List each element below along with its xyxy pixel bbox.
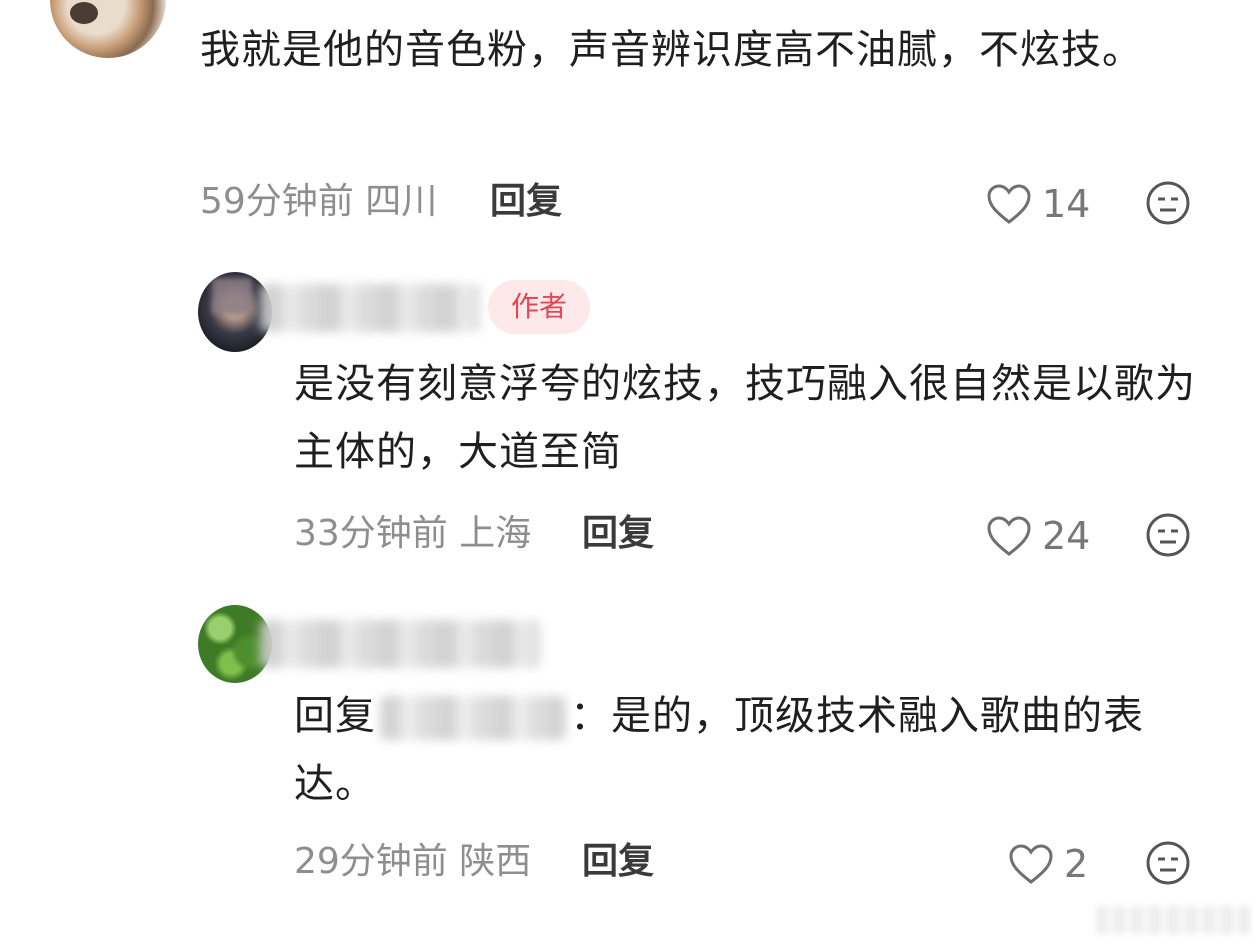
watermark xyxy=(1096,906,1250,934)
reply-button[interactable]: 回复 xyxy=(490,180,562,224)
reply-button[interactable]: 回复 xyxy=(582,840,654,884)
like-button[interactable]: 2 xyxy=(1008,840,1088,888)
like-button[interactable]: 24 xyxy=(986,512,1090,560)
reply-button[interactable]: 回复 xyxy=(582,512,654,556)
comment-meta: 29分钟前 陕西 xyxy=(294,840,531,884)
comment-meta: 59分钟前 四川 xyxy=(200,180,437,224)
comment-time: 59分钟前 xyxy=(200,181,354,222)
mentioned-user-redacted[interactable] xyxy=(380,696,566,740)
comment-location: 陕西 xyxy=(459,841,532,882)
like-button[interactable]: 14 xyxy=(986,180,1090,228)
expressionless-face-icon[interactable] xyxy=(1145,840,1191,886)
comment-time: 33分钟前 xyxy=(294,513,448,554)
username-redacted[interactable] xyxy=(260,284,480,332)
expressionless-face-icon[interactable] xyxy=(1145,180,1191,226)
like-count: 2 xyxy=(1064,842,1089,886)
comment-text: 是没有刻意浮夸的炫技，技巧融入很自然是以歌为主体的，大道至简 xyxy=(294,361,1196,475)
comment-text: 回复 ：是的，顶级技术融入歌曲的表达。 xyxy=(294,682,1194,818)
reply-prefix: 回复 xyxy=(294,693,376,739)
comment-meta: 33分钟前 上海 xyxy=(294,512,531,556)
username-redacted[interactable] xyxy=(260,620,540,668)
like-count: 14 xyxy=(1042,182,1091,226)
heart-outline-icon xyxy=(1008,843,1054,885)
comment-text: 我就是他的音色粉，声音辨识度高不油腻，不炫技。 xyxy=(200,27,1143,73)
heart-outline-icon xyxy=(986,515,1032,557)
heart-outline-icon xyxy=(986,183,1032,225)
expressionless-face-icon[interactable] xyxy=(1145,512,1191,558)
comment-location: 四川 xyxy=(365,181,438,222)
comment-location: 上海 xyxy=(459,513,532,554)
author-badge: 作者 xyxy=(488,280,590,334)
like-count: 24 xyxy=(1042,514,1091,558)
avatar[interactable] xyxy=(50,0,166,58)
comment-time: 29分钟前 xyxy=(294,841,448,882)
